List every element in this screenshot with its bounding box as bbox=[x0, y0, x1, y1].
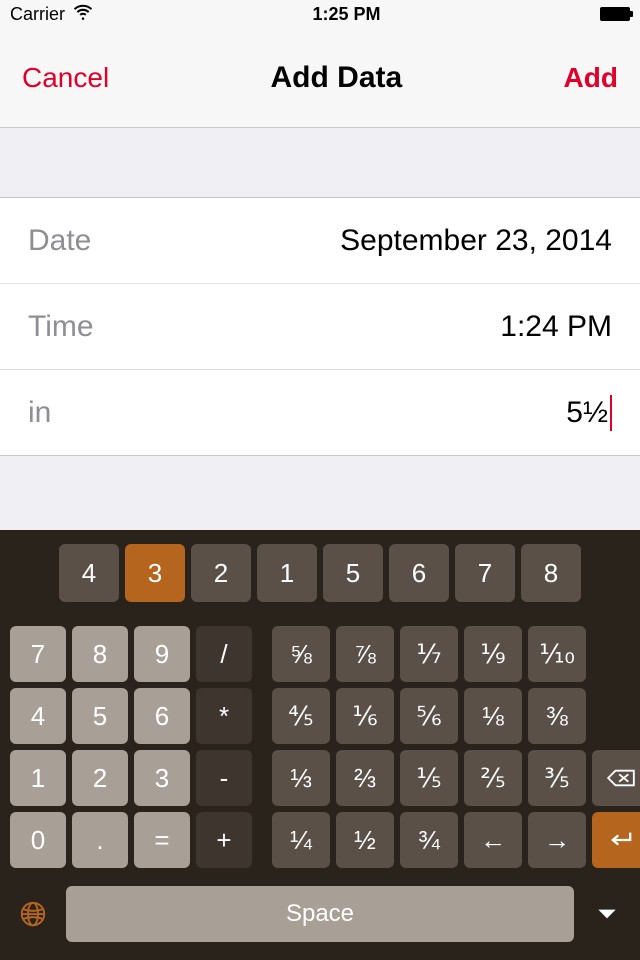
key-½[interactable]: ½ bbox=[336, 812, 394, 868]
key-⅐[interactable]: ⅐ bbox=[400, 626, 458, 682]
key-5[interactable]: 5 bbox=[72, 688, 128, 744]
key-⅕[interactable]: ⅕ bbox=[400, 750, 458, 806]
key-*[interactable]: * bbox=[196, 688, 252, 744]
date-label: Date bbox=[28, 224, 91, 258]
cancel-button[interactable]: Cancel bbox=[22, 62, 109, 94]
data-form: Date September 23, 2014 Time 1:24 PM in … bbox=[0, 198, 640, 456]
section-spacer bbox=[0, 128, 640, 198]
top-key-5[interactable]: 5 bbox=[323, 544, 383, 602]
space-key[interactable]: Space bbox=[66, 886, 574, 942]
key-4[interactable]: 4 bbox=[10, 688, 66, 744]
arrow-left-key[interactable]: ← bbox=[464, 812, 522, 868]
status-bar: Carrier 1:25 PM bbox=[0, 0, 640, 28]
content-spacer bbox=[0, 456, 640, 530]
key-9[interactable]: 9 bbox=[134, 626, 190, 682]
key-0[interactable]: 0 bbox=[10, 812, 66, 868]
key-3[interactable]: 3 bbox=[134, 750, 190, 806]
return-key[interactable] bbox=[592, 812, 640, 868]
top-key-3[interactable]: 3 bbox=[125, 544, 185, 602]
key-⅜[interactable]: ⅜ bbox=[528, 688, 586, 744]
key-⅝[interactable]: ⅝ bbox=[272, 626, 330, 682]
key-⅞[interactable]: ⅞ bbox=[336, 626, 394, 682]
key-¼[interactable]: ¼ bbox=[272, 812, 330, 868]
top-key-8[interactable]: 8 bbox=[521, 544, 581, 602]
value-row[interactable]: in 5½ bbox=[0, 370, 640, 456]
key-⅚[interactable]: ⅚ bbox=[400, 688, 458, 744]
fraction-row: ⅓⅔⅕⅖⅗ bbox=[272, 750, 640, 806]
top-key-7[interactable]: 7 bbox=[455, 544, 515, 602]
carrier-label: Carrier bbox=[10, 4, 65, 25]
page-title: Add Data bbox=[271, 61, 403, 95]
key-⅛[interactable]: ⅛ bbox=[464, 688, 522, 744]
key-8[interactable]: 8 bbox=[72, 626, 128, 682]
numpad-row: 123- bbox=[10, 750, 252, 806]
key-⅔[interactable]: ⅔ bbox=[336, 750, 394, 806]
fraction-pad: ⅝⅞⅐⅑⅒ ⅘⅙⅚⅛⅜ ⅓⅔⅕⅖⅗ ¼½¾←→ bbox=[272, 626, 640, 868]
add-button[interactable]: Add bbox=[564, 62, 618, 94]
key-/[interactable]: / bbox=[196, 626, 252, 682]
nav-bar: Cancel Add Data Add bbox=[0, 28, 640, 128]
key-7[interactable]: 7 bbox=[10, 626, 66, 682]
status-time: 1:25 PM bbox=[312, 4, 380, 25]
time-row[interactable]: Time 1:24 PM bbox=[0, 284, 640, 370]
top-key-2[interactable]: 2 bbox=[191, 544, 251, 602]
unit-label: in bbox=[28, 396, 51, 430]
keyboard-top-row: 43215678 bbox=[10, 544, 630, 602]
key-¾[interactable]: ¾ bbox=[400, 812, 458, 868]
globe-icon[interactable] bbox=[10, 891, 56, 937]
key-⅘[interactable]: ⅘ bbox=[272, 688, 330, 744]
key-1[interactable]: 1 bbox=[10, 750, 66, 806]
keyboard-main: 789/456*123-0.=+ ⅝⅞⅐⅑⅒⅘⅙⅚⅛⅜⅓⅔⅕⅖⅗¼½¾←→ bbox=[10, 626, 630, 868]
key-⅑[interactable]: ⅑ bbox=[464, 626, 522, 682]
fraction-row: ⅘⅙⅚⅛⅜ bbox=[272, 688, 640, 744]
key-.[interactable]: . bbox=[72, 812, 128, 868]
numpad-row: 789/ bbox=[10, 626, 252, 682]
time-value: 1:24 PM bbox=[500, 310, 612, 344]
keyboard-bottom-row: Space bbox=[10, 886, 630, 942]
value-field: 5½ bbox=[566, 395, 612, 431]
numpad-row: 0.=+ bbox=[10, 812, 252, 868]
date-row[interactable]: Date September 23, 2014 bbox=[0, 198, 640, 284]
top-key-4[interactable]: 4 bbox=[59, 544, 119, 602]
key--[interactable]: - bbox=[196, 750, 252, 806]
fraction-row: ⅝⅞⅐⅑⅒ bbox=[272, 626, 640, 682]
numpad: 789/456*123-0.=+ bbox=[10, 626, 252, 868]
key-2[interactable]: 2 bbox=[72, 750, 128, 806]
text-cursor bbox=[610, 395, 612, 431]
key-⅓[interactable]: ⅓ bbox=[272, 750, 330, 806]
status-left: Carrier bbox=[10, 2, 93, 27]
battery-icon bbox=[600, 7, 630, 21]
top-key-1[interactable]: 1 bbox=[257, 544, 317, 602]
key-⅒[interactable]: ⅒ bbox=[528, 626, 586, 682]
time-label: Time bbox=[28, 310, 94, 344]
key-6[interactable]: 6 bbox=[134, 688, 190, 744]
dismiss-keyboard-icon[interactable] bbox=[584, 891, 630, 937]
key-⅙[interactable]: ⅙ bbox=[336, 688, 394, 744]
date-value: September 23, 2014 bbox=[340, 224, 612, 258]
key-⅖[interactable]: ⅖ bbox=[464, 750, 522, 806]
key-=[interactable]: = bbox=[134, 812, 190, 868]
key-+[interactable]: + bbox=[196, 812, 252, 868]
arrow-right-key[interactable]: → bbox=[528, 812, 586, 868]
wifi-icon bbox=[73, 2, 93, 27]
numpad-row: 456* bbox=[10, 688, 252, 744]
top-key-6[interactable]: 6 bbox=[389, 544, 449, 602]
value-text: 5½ bbox=[566, 396, 608, 430]
backspace-key[interactable] bbox=[592, 750, 640, 806]
key-⅗[interactable]: ⅗ bbox=[528, 750, 586, 806]
fraction-row: ¼½¾←→ bbox=[272, 812, 640, 868]
keyboard: 43215678 789/456*123-0.=+ ⅝⅞⅐⅑⅒⅘⅙⅚⅛⅜⅓⅔⅕⅖… bbox=[0, 530, 640, 960]
status-right bbox=[600, 7, 630, 21]
